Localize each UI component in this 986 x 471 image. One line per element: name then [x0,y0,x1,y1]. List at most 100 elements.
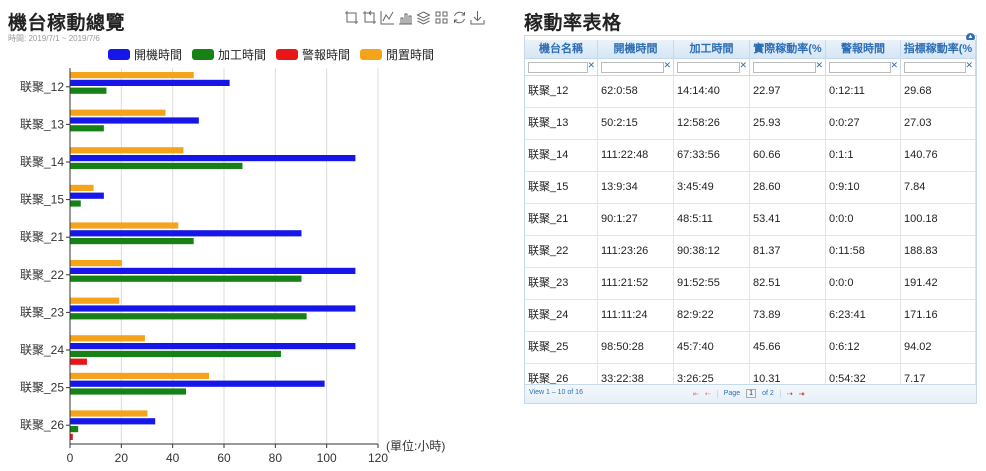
cell-machine: 联聚_21 [525,204,598,235]
cell-on-time: 62:0:58 [598,76,674,107]
page-label: Page [723,390,741,397]
bar-process [70,275,302,282]
bar-process [70,87,107,94]
table-row[interactable]: 联聚_24 111:11:24 82:9:22 73.89 6:23:41 171.16 [525,300,976,332]
legend-swatch [108,49,130,60]
pager-nav: ⇤ ⇠ Page 1 of 2 ⇢ ⇥ [693,389,805,398]
cell-machine: 联聚_23 [525,268,598,299]
table-row[interactable]: 联聚_14 111:22:48 67:33:56 60.66 0:1:1 140.76 [525,140,976,172]
view-records-text: View 1 – 10 of 16 [529,389,583,396]
cell-machine: 联聚_14 [525,140,598,171]
page-number-input[interactable]: 1 [746,389,757,398]
cell-process-time: 82:9:22 [674,300,750,331]
next-page-icon[interactable]: ⇢ [787,390,793,398]
first-page-icon[interactable]: ⇤ [693,390,699,398]
filter-cell: ✕ [826,59,901,75]
data-grid: ▲ 機台名稱 開機時間 加工時間 實際稼動率(% 警報時間 指標稼動率(% ✕ … [524,33,977,404]
col-header-actual-rate[interactable]: 實際稼動率(% [750,40,826,58]
cell-on-time: 111:11:24 [598,300,674,331]
bar-idle [70,222,179,229]
table-row[interactable]: 联聚_12 62:0:58 14:14:40 22.97 0:12:11 29.68 [525,76,976,108]
cell-alarm-time: 0:0:27 [826,108,901,139]
clear-filter-icon[interactable]: ✕ [965,60,973,71]
col-header-index-rate[interactable]: 指標稼動率(% [901,40,976,58]
bar-idle [70,335,145,342]
table-row[interactable]: 联聚_25 98:50:28 45:7:40 45.66 0:6:12 94.02 [525,332,976,364]
bar-alarm [70,358,87,365]
cell-actual-rate: 73.89 [750,300,826,331]
cell-actual-rate: 28.60 [750,172,826,203]
bar-chart: 0 20 40 60 80 100 120(單位:小時) 联聚_12 联聚_13 联聚_14 联聚_… [20,47,445,465]
y-category-label: 联聚_13 [20,117,64,131]
cell-index-rate: 29.68 [901,76,976,107]
cell-process-time: 12:58:26 [674,108,750,139]
cell-index-rate: 7.84 [901,172,976,203]
table-title: 稼動率表格 [524,13,622,34]
cell-machine: 联聚_12 [525,76,598,107]
bar-idle [70,410,148,417]
y-category-label: 联聚_26 [20,418,64,432]
cell-index-rate: 191.42 [901,268,976,299]
table-row[interactable]: 联聚_13 50:2:15 12:58:26 25.93 0:0:27 27.03 [525,108,976,140]
cell-process-time: 90:38:12 [674,236,750,267]
bar-idle [70,372,210,379]
bar-process [70,388,186,395]
bar-on [70,79,230,86]
table-row[interactable]: 联聚_15 13:9:34 3:45:49 28.60 0:9:10 7.84 [525,172,976,204]
col-header-machine[interactable]: 機台名稱 [525,40,598,58]
filter-cell: ✕ [901,59,976,75]
cell-machine: 联聚_22 [525,236,598,267]
clear-filter-icon[interactable]: ✕ [587,60,595,71]
bar-on [70,380,325,387]
y-category-label: 联聚_12 [20,80,64,94]
col-header-on-time[interactable]: 開機時間 [598,40,674,58]
filter-input-machine[interactable] [528,62,588,73]
filter-input-actual-rate[interactable] [753,62,816,73]
bar-idle [70,297,120,304]
bar-idle [70,147,184,154]
cell-process-time: 3:45:49 [674,172,750,203]
cell-actual-rate: 25.93 [750,108,826,139]
bar-process [70,426,79,433]
legend-label: 加工時間 [218,48,266,62]
cell-index-rate: 188.83 [901,236,976,267]
bar-alarm [70,433,73,440]
bar-on [70,230,302,237]
filter-input-on-time[interactable] [601,62,664,73]
y-category-label: 联聚_21 [20,230,64,244]
cell-alarm-time: 0:1:1 [826,140,901,171]
cell-process-time: 67:33:56 [674,140,750,171]
clear-filter-icon[interactable]: ✕ [739,60,747,71]
page-total-label: of 2 [762,390,774,397]
y-category-label: 联聚_22 [20,268,64,282]
bar-idle [70,184,94,191]
bar-on [70,155,356,162]
cell-actual-rate: 81.37 [750,236,826,267]
clear-filter-icon[interactable]: ✕ [890,60,898,71]
bar-process [70,313,307,320]
col-header-alarm-time[interactable]: 警報時間 [826,40,901,58]
bar-process [70,200,81,207]
table-row[interactable]: 联聚_21 90:1:27 48:5:11 53.41 0:0:0 100.18 [525,204,976,236]
cell-on-time: 111:22:48 [598,140,674,171]
cell-index-rate: 27.03 [901,108,976,139]
cell-on-time: 111:21:52 [598,268,674,299]
legend-label: 閒置時間 [386,48,434,62]
clear-filter-icon[interactable]: ✕ [815,60,823,71]
cell-alarm-time: 6:23:41 [826,300,901,331]
prev-page-icon[interactable]: ⇠ [705,390,711,398]
table-row[interactable]: 联聚_23 111:21:52 91:52:55 82.51 0:0:0 191.42 [525,268,976,300]
clear-filter-icon[interactable]: ✕ [663,60,671,71]
last-page-icon[interactable]: ⇥ [799,390,805,398]
cell-machine: 联聚_25 [525,332,598,363]
filter-input-index-rate[interactable] [904,62,966,73]
bar-idle [70,109,166,116]
pager-divider [716,389,718,398]
filter-input-alarm-time[interactable] [829,62,891,73]
filter-cell: ✕ [598,59,674,75]
filter-input-process-time[interactable] [677,62,740,73]
cell-process-time: 45:7:40 [674,332,750,363]
col-header-process-time[interactable]: 加工時間 [674,40,750,58]
legend-swatch [360,49,382,60]
table-row[interactable]: 联聚_22 111:23:26 90:38:12 81.37 0:11:58 188.83 [525,236,976,268]
